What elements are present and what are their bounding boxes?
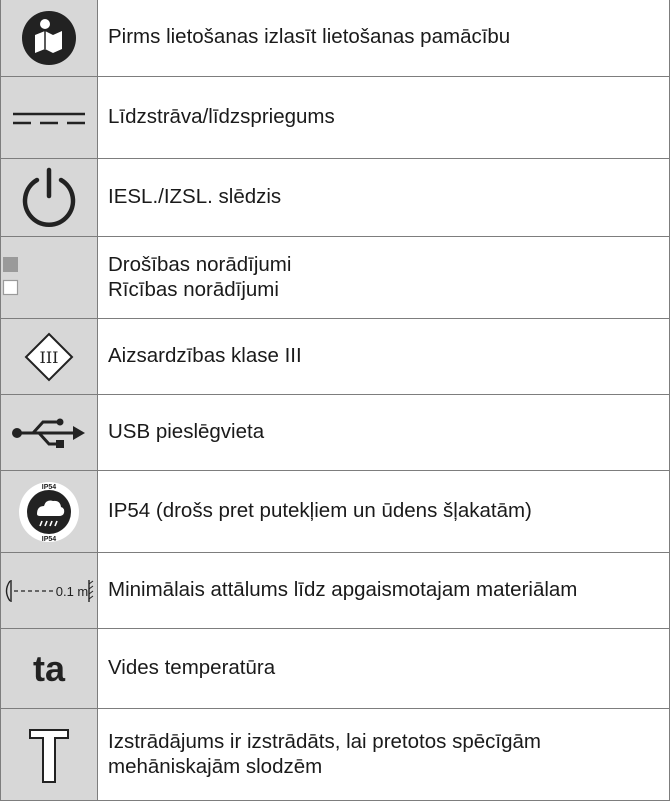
table-row: Pirms lietošanas izlasīt lietošanas pamā… bbox=[0, 0, 670, 77]
action-notes-square bbox=[2, 279, 19, 295]
action-notes-text: Rīcības norādījumi bbox=[108, 277, 279, 301]
table-row: Drošības norādījumi Rīcības norādījumi bbox=[0, 236, 670, 319]
table-row: ta Vides temperatūra bbox=[0, 628, 670, 709]
mechanical-load-text-line2: mehāniskajām slodzēm bbox=[108, 754, 323, 778]
row-text: Drošības norādījumi Rīcības norādījumi bbox=[97, 236, 670, 319]
minimum-distance-icon: 0.1 m bbox=[5, 579, 94, 602]
notes-squares-icon bbox=[2, 256, 19, 295]
icon-cell bbox=[0, 76, 98, 159]
svg-text:III: III bbox=[40, 348, 59, 367]
symbol-table: Pirms lietošanas izlasīt lietošanas pamā… bbox=[0, 0, 670, 801]
safety-notes-square bbox=[3, 256, 18, 272]
svg-text:IP54: IP54 bbox=[42, 536, 57, 543]
protection-class-iii-icon: III bbox=[24, 332, 74, 381]
ambient-temperature-icon: ta bbox=[32, 647, 65, 689]
icon-cell: IP54 IP54 bbox=[0, 470, 98, 553]
icon-cell bbox=[0, 0, 98, 77]
usb-icon bbox=[12, 418, 85, 448]
svg-text:IP54: IP54 bbox=[42, 484, 57, 491]
table-row: III Aizsardzības klase III bbox=[0, 318, 670, 395]
row-text: IP54 (drošs pret putekļiem un ūdens šļak… bbox=[97, 470, 670, 553]
row-text: Līdzstrāva/līdzspriegums bbox=[97, 76, 670, 159]
table-row: IP54 IP54 IP54 (drošs pret putekļiem un … bbox=[0, 470, 670, 553]
mechanical-load-text-line1: Izstrādājums ir izstrādāts, lai pretotos… bbox=[108, 729, 541, 753]
row-text: IESL./IZSL. slēdzis bbox=[97, 158, 670, 237]
row-text: Vides temperatūra bbox=[97, 628, 670, 709]
svg-text:0.1 m: 0.1 m bbox=[56, 584, 89, 599]
power-icon bbox=[22, 167, 76, 227]
row-text: Izstrādājums ir izstrādāts, lai pretotos… bbox=[97, 708, 670, 801]
ip54-icon: IP54 IP54 bbox=[19, 481, 79, 543]
icon-cell bbox=[0, 158, 98, 237]
table-row: IESL./IZSL. slēdzis bbox=[0, 158, 670, 237]
icon-cell: ta bbox=[0, 628, 98, 709]
row-text: Pirms lietošanas izlasīt lietošanas pamā… bbox=[97, 0, 670, 77]
row-text: USB pieslēgvieta bbox=[97, 394, 670, 471]
icon-cell bbox=[0, 236, 98, 319]
icon-cell: 0.1 m bbox=[0, 552, 98, 629]
direct-current-icon bbox=[13, 112, 85, 124]
table-row: 0.1 m Minimālais attālums līdz apgaismot… bbox=[0, 552, 670, 629]
read-manual-icon bbox=[22, 10, 76, 65]
row-text: Aizsardzības klase III bbox=[97, 318, 670, 395]
row-text: Minimālais attālums līdz apgaismotajam m… bbox=[97, 552, 670, 629]
icon-cell bbox=[0, 708, 98, 801]
safety-notes-text: Drošības norādījumi bbox=[108, 252, 292, 276]
icon-cell: III bbox=[0, 318, 98, 395]
table-row: Līdzstrāva/līdzspriegums bbox=[0, 76, 670, 159]
table-row: Izstrādājums ir izstrādāts, lai pretotos… bbox=[0, 708, 670, 801]
icon-cell bbox=[0, 394, 98, 471]
hammer-icon bbox=[29, 728, 69, 783]
table-row: USB pieslēgvieta bbox=[0, 394, 670, 471]
